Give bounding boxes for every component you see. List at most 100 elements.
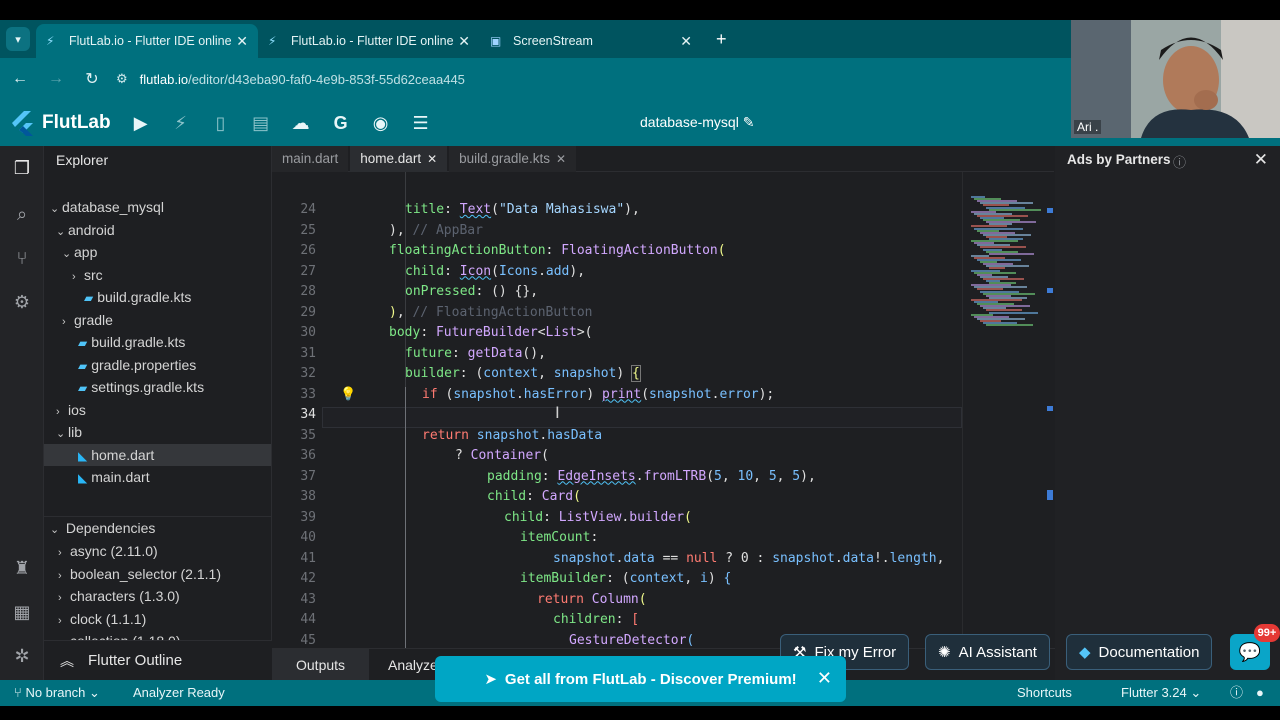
line-number: 24 xyxy=(300,202,316,217)
source-control-icon[interactable]: ⑂ xyxy=(0,248,44,269)
tree-item[interactable]: ▰ settings.gradle.kts xyxy=(44,376,271,398)
device-icon[interactable]: ▯ xyxy=(201,113,241,134)
hot-reload-icon[interactable]: ⚡ xyxy=(161,113,201,134)
close-tab-icon[interactable]: ✕ xyxy=(236,33,248,50)
flutter-logo-icon: ➤ xyxy=(484,671,497,688)
tree-item[interactable]: ⌄ android xyxy=(44,219,271,241)
tree-item[interactable]: › src xyxy=(44,264,271,286)
tree-item[interactable]: ▰ build.gradle.kts xyxy=(44,286,271,308)
editor-tab-build-gradle[interactable]: build.gradle.kts ✕ xyxy=(449,146,577,172)
line-number: 32 xyxy=(300,366,316,381)
tree-item[interactable]: ▰ gradle.properties xyxy=(44,354,271,376)
close-tab-icon[interactable]: ✕ xyxy=(458,33,470,50)
text-cursor-icon: Ⅰ xyxy=(555,405,560,422)
robot-icon[interactable]: ♜ xyxy=(0,558,44,579)
dependency-label: async (2.11.0) xyxy=(70,543,158,559)
search-icon[interactable]: ⌕ xyxy=(0,204,44,225)
files-icon[interactable]: ❐ xyxy=(0,158,44,179)
tree-item[interactable]: ◣ home.dart xyxy=(44,443,271,466)
editor-tab-home-dart[interactable]: home.dart ✕ xyxy=(350,146,448,172)
google-icon[interactable]: G xyxy=(321,113,361,134)
line-number: 40 xyxy=(300,530,316,545)
minimap[interactable] xyxy=(962,172,1054,656)
back-arrow-icon[interactable]: ← xyxy=(4,70,36,88)
tab-outputs[interactable]: Outputs xyxy=(272,649,370,681)
dependency-item[interactable]: › clock (1.1.1) xyxy=(44,608,271,630)
flutter-outline-bar[interactable]: ︽ Flutter Outline xyxy=(44,640,272,680)
line-number: 41 xyxy=(300,550,316,566)
flutter-outline-title: Flutter Outline xyxy=(88,652,183,669)
chevron-down-icon: ⌄ xyxy=(56,428,66,440)
close-tab-icon[interactable]: ✕ xyxy=(556,152,566,166)
tree-item-label: android xyxy=(68,221,115,238)
tree-item[interactable]: ◣ main.dart xyxy=(44,466,271,488)
tree-item[interactable]: › ios xyxy=(44,399,271,421)
minimap-line xyxy=(989,208,1041,211)
help-icon[interactable]: ⓘ xyxy=(1230,680,1243,706)
flutter-version-select[interactable]: Flutter 3.24 ⌄ xyxy=(1121,680,1201,706)
debug-icon[interactable]: ✲ xyxy=(0,646,44,667)
documentation-button[interactable]: ◆ Documentation xyxy=(1066,634,1213,670)
git-branch-icon: ⑂ xyxy=(14,685,22,700)
menu-icon[interactable]: ☰ xyxy=(401,113,441,134)
code-line-44: children: [ xyxy=(553,612,640,627)
chevron-right-icon: › xyxy=(58,592,62,604)
chevron-down-icon: ⌄ xyxy=(62,248,72,260)
tree-item-label: gradle xyxy=(74,311,113,328)
url-path: /editor/d43eba90-faf0-4e9b-853f-55d62cea… xyxy=(188,71,465,87)
tree-item-label: src xyxy=(84,266,103,283)
screen-letterbox-top xyxy=(0,0,1280,20)
browser-tab-3[interactable]: ▣ ScreenStream ✕ xyxy=(480,24,702,58)
run-icon[interactable]: ▶ xyxy=(121,113,161,134)
line-number: 42 xyxy=(300,571,316,586)
browser-tab-1[interactable]: ⚡ FlutLab.io - Flutter IDE online ✕ xyxy=(36,24,258,58)
code-editor[interactable]: 24 25 26 27 28 29 30 31 32 33 34 35 36 37 38 39 40 41 42 43… xyxy=(272,172,962,656)
forward-arrow-icon[interactable]: → xyxy=(40,70,72,88)
close-tab-icon[interactable]: ✕ xyxy=(680,33,692,50)
shortcuts-button[interactable]: Shortcuts xyxy=(1017,680,1072,706)
minimap-line xyxy=(989,311,1038,314)
info-icon[interactable]: ⓘ xyxy=(1173,152,1186,171)
browser-tab-2[interactable]: ⚡ FlutLab.io - Flutter IDE online ✕ xyxy=(258,24,480,58)
dependency-item[interactable]: › boolean_selector (2.1.1) xyxy=(44,563,271,585)
premium-promo-banner[interactable]: ➤ Get all from FlutLab - Discover Premiu… xyxy=(435,656,846,702)
tree-item-label: build.gradle.kts xyxy=(91,334,186,350)
tree-item[interactable]: ⌄ database_mysql xyxy=(44,196,271,218)
code-line-31: future: getData(), xyxy=(405,345,546,361)
activity-bar: ❐ ⌕ ⑂ ⚙ ♜ ▦ ✲ xyxy=(0,146,44,680)
save-icon[interactable]: ▤ xyxy=(241,113,281,134)
flutlab-favicon-icon: ⚡ xyxy=(268,34,277,48)
close-ads-icon[interactable]: ✕ xyxy=(1254,150,1268,170)
reload-icon[interactable]: ↻ xyxy=(76,69,108,89)
chevron-right-icon: › xyxy=(56,405,60,418)
site-info-icon[interactable]: ⚙ xyxy=(116,71,128,87)
settings-gear-icon[interactable]: ⚙ xyxy=(0,292,44,313)
ai-assistant-button[interactable]: ✺ AI Assistant xyxy=(925,634,1050,670)
branch-status[interactable]: ⑂ No branch ⌄ xyxy=(14,680,100,706)
chevron-up-icon: ︽ xyxy=(60,652,74,669)
project-name[interactable]: database-mysql ✎ xyxy=(640,114,754,131)
chevron-down-icon: ⌄ xyxy=(56,225,66,238)
tree-item[interactable]: ⌄ app xyxy=(44,241,271,263)
flutlab-logo[interactable]: FlutLab xyxy=(9,110,111,136)
url-field[interactable]: ⚙ flutlab.io/editor/d43eba90-faf0-4e9b-8… xyxy=(116,71,465,87)
line-number: 28 xyxy=(300,284,316,299)
editor-tab-main-dart[interactable]: main.dart xyxy=(272,146,349,172)
lightbulb-icon[interactable]: 💡 xyxy=(340,386,356,402)
edit-pencil-icon[interactable]: ✎ xyxy=(743,114,755,130)
tree-item[interactable]: ▰ build.gradle.kts xyxy=(44,331,271,353)
new-tab-icon[interactable]: + xyxy=(716,29,727,50)
widgets-icon[interactable]: ▦ xyxy=(0,602,44,623)
line-number: 38 xyxy=(300,489,316,504)
dependencies-header[interactable]: ⌄ Dependencies xyxy=(44,516,271,538)
close-tab-icon[interactable]: ✕ xyxy=(427,152,437,166)
dependency-item[interactable]: › characters (1.3.0) xyxy=(44,585,271,607)
code-line-39: child: ListView.builder( xyxy=(504,509,692,525)
tree-item[interactable]: ⌄ lib xyxy=(44,421,271,443)
tab-search-dropdown-icon[interactable]: ▾ xyxy=(6,27,30,51)
close-promo-icon[interactable]: ✕ xyxy=(817,668,832,689)
tree-item[interactable]: › gradle xyxy=(44,309,271,331)
dependency-item[interactable]: › async (2.11.0) xyxy=(44,540,271,562)
target-icon[interactable]: ◉ xyxy=(361,113,401,134)
cloud-upload-icon[interactable]: ☁ xyxy=(281,113,321,134)
